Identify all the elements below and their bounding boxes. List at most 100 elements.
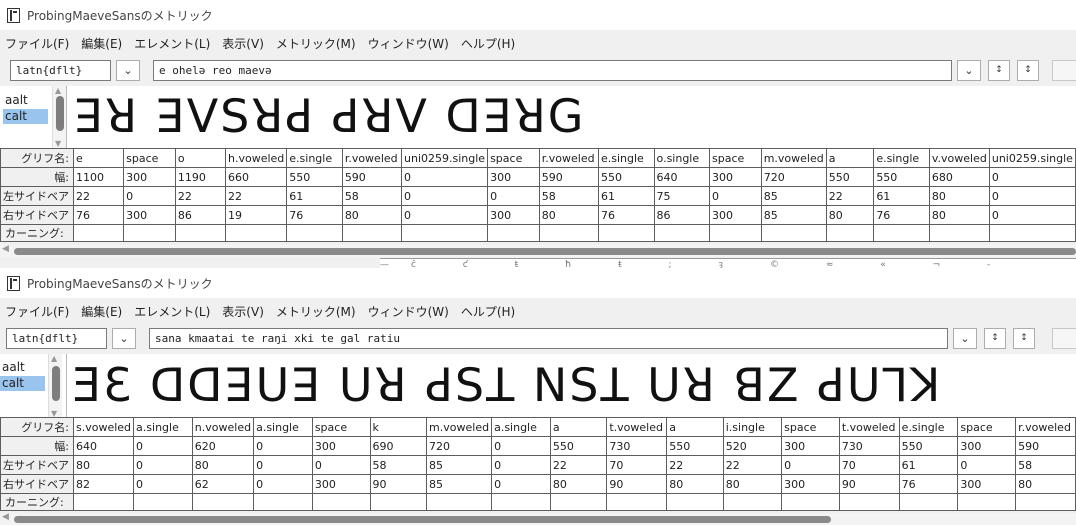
glyph-cell[interactable]: space (311, 417, 371, 437)
width-cell[interactable]: 690 (369, 436, 428, 456)
width-cell[interactable]: 590 (341, 167, 403, 187)
width-cell[interactable]: 730 (838, 436, 900, 456)
kerning-cell[interactable] (491, 493, 551, 511)
rsb-cell[interactable]: 86 (174, 205, 226, 225)
lsb-cell[interactable]: 85 (426, 455, 493, 475)
glyph-cell[interactable]: e.single (597, 148, 655, 168)
vertical-arrows-icon[interactable]: ↕ (988, 60, 1010, 81)
rsb-cell[interactable]: 80 (928, 205, 990, 225)
scrollbar-thumb[interactable] (14, 516, 831, 523)
width-cell[interactable]: 300 (709, 167, 762, 187)
glyph-cell[interactable]: e.single (898, 417, 959, 437)
width-cell[interactable]: 0 (253, 436, 313, 456)
width-cell[interactable]: 730 (606, 436, 668, 456)
kerning-cell[interactable] (957, 493, 1017, 511)
width-cell[interactable]: 300 (311, 436, 371, 456)
width-cell[interactable]: 550 (898, 436, 959, 456)
menu-file[interactable]: ファイル(F) (5, 35, 69, 52)
glyph-cell[interactable]: e.single (286, 148, 343, 168)
lsb-cell[interactable]: 58 (369, 455, 428, 475)
scrollbar-thumb[interactable] (52, 366, 60, 401)
rsb-cell[interactable]: 0 (253, 474, 313, 494)
width-cell[interactable]: 620 (191, 436, 255, 456)
width-cell[interactable]: 550 (825, 167, 875, 187)
glyph-cell[interactable]: a (549, 417, 608, 437)
width-cell[interactable]: 550 (873, 167, 930, 187)
rsb-cell[interactable]: 82 (72, 474, 135, 494)
rsb-cell[interactable]: 62 (191, 474, 255, 494)
kerning-cell[interactable] (253, 493, 313, 511)
glyph-cell[interactable]: m.voweled (760, 148, 827, 168)
glyph-cell[interactable]: r.voweled (1015, 417, 1076, 437)
lsb-cell[interactable]: 61 (597, 186, 655, 206)
lsb-cell[interactable]: 0 (133, 455, 193, 475)
lsb-cell[interactable]: 22 (72, 186, 125, 206)
menu-help[interactable]: ヘルプ(H) (461, 303, 515, 320)
rsb-cell[interactable]: 76 (873, 205, 930, 225)
lsb-cell[interactable]: 0 (123, 186, 176, 206)
lsb-cell[interactable]: 22 (224, 186, 288, 206)
kerning-cell[interactable] (1015, 493, 1076, 511)
rsb-cell[interactable]: 90 (369, 474, 428, 494)
width-cell[interactable]: 640 (653, 167, 711, 187)
menu-edit[interactable]: 編集(E) (81, 303, 122, 320)
lookup-list[interactable]: aalt calt ▲ ▼ (0, 86, 67, 148)
rsb-cell[interactable]: 80 (1015, 474, 1076, 494)
glyph-cell[interactable]: k (369, 417, 428, 437)
scroll-left-icon[interactable]: ◀ (2, 512, 9, 522)
glyph-cell[interactable]: a.single (253, 417, 313, 437)
width-cell[interactable]: 550 (549, 436, 608, 456)
width-cell[interactable]: 0 (491, 436, 551, 456)
rsb-cell[interactable]: 80 (722, 474, 783, 494)
menu-metrics[interactable]: メトリック(M) (276, 303, 356, 320)
lsb-cell[interactable]: 0 (491, 455, 551, 475)
glyph-cell[interactable]: h.voweled (224, 148, 288, 168)
lsb-cell[interactable]: 80 (191, 455, 255, 475)
width-cell[interactable]: 550 (597, 167, 655, 187)
width-cell[interactable]: 550 (286, 167, 343, 187)
kerning-cell[interactable] (426, 493, 493, 511)
kerning-cell[interactable] (72, 493, 135, 511)
kerning-cell[interactable] (898, 493, 959, 511)
lsb-cell[interactable]: 22 (722, 455, 783, 475)
kerning-cell[interactable] (401, 224, 489, 242)
glyph-cell[interactable]: a.single (491, 417, 551, 437)
title-bar[interactable]: ProbingMaeveSansのメトリック (0, 268, 1076, 298)
width-cell[interactable]: 520 (722, 436, 783, 456)
lookup-list[interactable]: aalt calt ▲ ▼ (0, 354, 67, 418)
glyph-cell[interactable]: r.voweled (538, 148, 599, 168)
horizontal-scrollbar[interactable]: ◀ (0, 244, 1076, 257)
sample-text-input[interactable]: sana kmaatai te raŋi xki te gal ratiu (149, 328, 948, 349)
lookup-aalt[interactable]: aalt (0, 360, 45, 375)
menu-element[interactable]: エレメント(L) (134, 35, 210, 52)
glyph-cell[interactable]: o (174, 148, 226, 168)
menu-window[interactable]: ウィンドウ(W) (368, 35, 449, 52)
glyph-cell[interactable]: uni0259.single (988, 148, 1076, 168)
rsb-cell[interactable]: 300 (709, 205, 762, 225)
width-cell[interactable]: 300 (957, 436, 1017, 456)
rsb-cell[interactable]: 80 (538, 205, 599, 225)
kerning-cell[interactable] (597, 224, 655, 242)
glyph-cell[interactable]: e.single (873, 148, 930, 168)
kerning-cell[interactable] (224, 224, 288, 242)
menu-edit[interactable]: 編集(E) (81, 35, 122, 52)
width-cell[interactable]: 1190 (174, 167, 226, 187)
lsb-cell[interactable]: 70 (838, 455, 900, 475)
glyph-cell[interactable]: s.voweled (72, 417, 135, 437)
rsb-cell[interactable]: 80 (549, 474, 608, 494)
rsb-cell[interactable]: 19 (224, 205, 288, 225)
chevron-down-icon[interactable]: ⌄ (112, 328, 136, 349)
menu-element[interactable]: エレメント(L) (134, 303, 210, 320)
width-cell[interactable]: 640 (72, 436, 135, 456)
glyph-cell[interactable]: i.single (722, 417, 783, 437)
lsb-cell[interactable]: 70 (606, 455, 668, 475)
lsb-cell[interactable]: 22 (549, 455, 608, 475)
kerning-cell[interactable] (123, 224, 176, 242)
lsb-cell[interactable]: 0 (709, 186, 762, 206)
glyph-cell[interactable]: r.voweled (341, 148, 403, 168)
glyph-cell[interactable]: m.voweled (426, 417, 493, 437)
kerning-cell[interactable] (311, 493, 371, 511)
lsb-cell[interactable]: 0 (311, 455, 371, 475)
kerning-cell[interactable] (666, 493, 724, 511)
glyph-cell[interactable]: a.single (133, 417, 193, 437)
